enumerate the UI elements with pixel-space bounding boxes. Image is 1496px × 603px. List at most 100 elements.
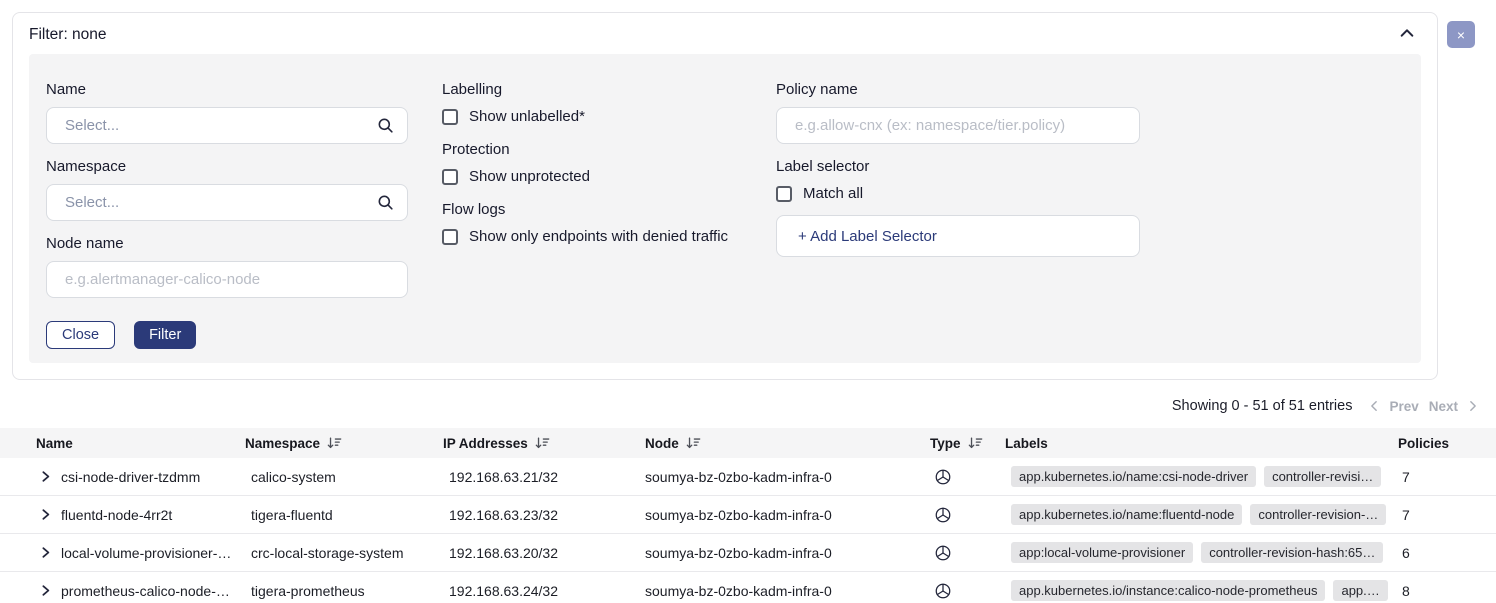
policy-name-input[interactable] — [776, 107, 1140, 144]
endpoint-ip: 192.168.63.24/32 — [443, 583, 645, 599]
table-row[interactable]: prometheus-calico-node-… tigera-prometheu… — [0, 572, 1496, 603]
prev-page-chevron-icon[interactable] — [1369, 400, 1379, 412]
column-header-label: Namespace — [245, 436, 320, 451]
expand-row-chevron-icon[interactable] — [40, 508, 51, 521]
label-pill: controller-revision-hash:65… — [1201, 542, 1383, 563]
workload-endpoint-icon — [934, 582, 952, 600]
sort-icon[interactable] — [327, 436, 342, 450]
endpoints-table: Name Namespace IP Addresses Node Type Labels P… — [0, 428, 1496, 603]
table-row[interactable]: csi-node-driver-tzdmm calico-system192.16… — [0, 458, 1496, 496]
collapse-filter-button[interactable] — [1397, 25, 1417, 44]
endpoint-node: soumya-bz-0zbo-kadm-infra-0 — [645, 545, 925, 561]
filter-form: Name Namespace — [29, 54, 1421, 363]
column-header-label: Policies — [1398, 436, 1449, 451]
filter-panel-header: Filter: none — [13, 13, 1437, 54]
flow-logs-section-label: Flow logs — [442, 200, 742, 219]
endpoint-ip: 192.168.63.23/32 — [443, 507, 645, 523]
label-selector-section-label: Label selector — [776, 157, 1140, 176]
endpoint-name: csi-node-driver-tzdmm — [61, 469, 200, 485]
endpoint-ip: 192.168.63.20/32 — [443, 545, 645, 561]
match-all-checkbox[interactable] — [776, 186, 792, 202]
table-row[interactable]: local-volume-provisioner-…crc-local-stor… — [0, 534, 1496, 572]
endpoint-name: fluentd-node-4rr2t — [61, 507, 172, 523]
close-filter-panel-button[interactable]: × — [1447, 21, 1475, 48]
denied-traffic-checkbox[interactable] — [442, 229, 458, 245]
endpoint-labels: app.kubernetes.io/instance:calico-node-p… — [997, 580, 1390, 601]
endpoint-node: soumya-bz-0zbo-kadm-infra-0 — [645, 507, 925, 523]
expand-row-chevron-icon[interactable] — [40, 470, 51, 483]
column-header-labels: Labels — [997, 436, 1390, 451]
protection-section-label: Protection — [442, 140, 742, 159]
label-pill: app.… — [1333, 580, 1387, 601]
label-pill: app.kubernetes.io/name:fluentd-node — [1011, 504, 1242, 525]
sort-icon[interactable] — [686, 436, 701, 450]
column-header-type[interactable]: Type — [925, 436, 997, 451]
column-header-policies: Policies — [1390, 436, 1496, 451]
next-page-chevron-icon[interactable] — [1468, 400, 1478, 412]
namespace-select-input[interactable] — [46, 184, 408, 221]
workload-endpoint-icon — [934, 506, 952, 524]
column-header-ip-addresses[interactable]: IP Addresses — [443, 436, 645, 451]
endpoint-policies-count: 6 — [1390, 545, 1496, 561]
workload-endpoint-icon — [934, 544, 952, 562]
table-row[interactable]: fluentd-node-4rr2t tigera-fluentd192.168.… — [0, 496, 1496, 534]
endpoint-namespace: calico-system — [245, 469, 443, 485]
entries-summary: Showing 0 - 51 of 51 entries — [1172, 398, 1353, 414]
label-pill: controller-revision-… — [1250, 504, 1386, 525]
endpoint-labels: app.kubernetes.io/name:csi-node-driverco… — [997, 466, 1390, 487]
filter-region: Filter: none Name — [0, 0, 1496, 380]
sort-icon[interactable] — [535, 436, 550, 450]
label-pill: app.kubernetes.io/instance:calico-node-p… — [1011, 580, 1325, 601]
column-header-node[interactable]: Node — [645, 436, 925, 451]
filter-panel: Filter: none Name — [12, 12, 1438, 380]
filter-title: Filter: none — [29, 26, 107, 44]
prev-page-button[interactable]: Prev — [1389, 399, 1418, 414]
endpoint-namespace: tigera-fluentd — [245, 507, 443, 523]
add-label-selector-button[interactable]: + Add Label Selector — [776, 215, 1140, 257]
endpoint-labels: app.kubernetes.io/name:fluentd-node contr… — [997, 504, 1390, 525]
node-name-input[interactable] — [46, 261, 408, 298]
expand-row-chevron-icon[interactable] — [40, 546, 51, 559]
denied-traffic-label[interactable]: Show only endpoints with denied traffic — [469, 228, 728, 245]
sort-icon[interactable] — [968, 436, 983, 450]
label-pill: app:local-volume-provisioner — [1011, 542, 1193, 563]
show-unprotected-checkbox[interactable] — [442, 169, 458, 185]
endpoint-name: prometheus-calico-node-… — [61, 583, 230, 599]
policy-name-field-label: Policy name — [776, 80, 1140, 99]
column-header-label: Node — [645, 436, 679, 451]
next-page-button[interactable]: Next — [1429, 399, 1458, 414]
show-unprotected-label[interactable]: Show unprotected — [469, 168, 590, 185]
expand-row-chevron-icon[interactable] — [40, 584, 51, 597]
pagination: Showing 0 - 51 of 51 entries Prev Next — [0, 396, 1496, 416]
table-header-row: Name Namespace IP Addresses Node Type Labels P… — [0, 428, 1496, 458]
endpoint-name: local-volume-provisioner-… — [61, 545, 231, 561]
endpoint-policies-count: 7 — [1390, 469, 1496, 485]
name-select-input[interactable] — [46, 107, 408, 144]
filter-button[interactable]: Filter — [134, 321, 196, 349]
endpoint-node: soumya-bz-0zbo-kadm-infra-0 — [645, 583, 925, 599]
show-unlabelled-checkbox[interactable] — [442, 109, 458, 125]
column-header-label: Labels — [1005, 436, 1048, 451]
endpoint-policies-count: 8 — [1390, 583, 1496, 599]
endpoint-node: soumya-bz-0zbo-kadm-infra-0 — [645, 469, 925, 485]
match-all-label[interactable]: Match all — [803, 185, 863, 202]
name-field-label: Name — [46, 80, 408, 99]
labelling-section-label: Labelling — [442, 80, 742, 99]
endpoint-labels: app:local-volume-provisioner controller-r… — [997, 542, 1390, 563]
close-icon: × — [1457, 28, 1465, 42]
column-header-label: IP Addresses — [443, 436, 528, 451]
column-header-namespace[interactable]: Namespace — [245, 436, 443, 451]
endpoint-namespace: tigera-prometheus — [245, 583, 443, 599]
column-header-name: Name — [0, 436, 245, 451]
namespace-field-label: Namespace — [46, 157, 408, 176]
chevron-up-icon — [1399, 27, 1415, 42]
workload-endpoint-icon — [934, 468, 952, 486]
close-button[interactable]: Close — [46, 321, 115, 349]
endpoint-ip: 192.168.63.21/32 — [443, 469, 645, 485]
column-header-label: Type — [930, 436, 961, 451]
table-body: csi-node-driver-tzdmmcalico-system192.16… — [0, 458, 1496, 603]
endpoint-policies-count: 7 — [1390, 507, 1496, 523]
column-header-label: Name — [36, 436, 73, 451]
label-pill: controller-revisi… — [1264, 466, 1381, 487]
show-unlabelled-label[interactable]: Show unlabelled* — [469, 108, 585, 125]
